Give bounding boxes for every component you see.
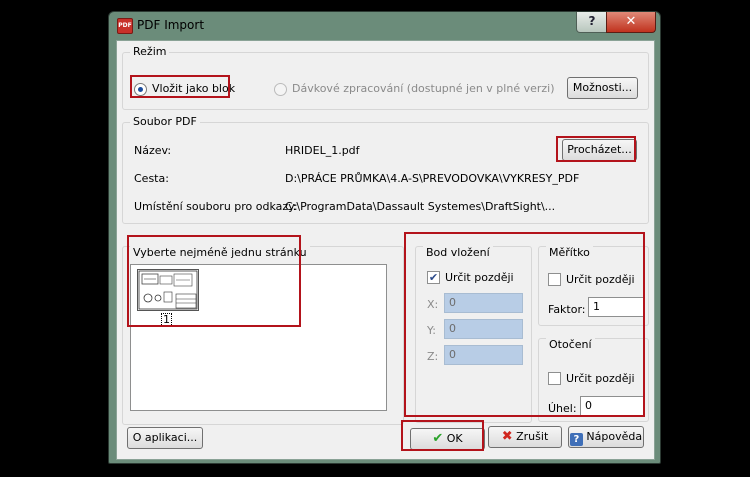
mode-group-label: Režim — [130, 45, 170, 58]
pdf-icon: PDF — [117, 18, 133, 34]
reference-location-value: C:\ProgramData\Dassault Systemes\DraftSi… — [285, 200, 556, 213]
help-button-label: Nápověda — [586, 430, 643, 443]
pdf-file-group-label: Soubor PDF — [130, 115, 200, 128]
reference-location-label: Umístění souboru pro odkazy: — [134, 200, 298, 213]
path-value: D:\PRÁCE PRŮMKA\4.A-S\PREVODOVKA\VYKRESY… — [285, 172, 580, 185]
highlight-insert-block — [130, 75, 230, 98]
cancel-button[interactable]: ✖ Zrušit — [488, 426, 562, 448]
close-button[interactable]: ✕ — [606, 12, 656, 33]
highlight-browse — [556, 136, 636, 162]
cross-icon: ✖ — [501, 429, 513, 444]
window-title: PDF Import — [137, 18, 205, 32]
highlight-insertion-options — [404, 232, 645, 417]
cancel-button-label: Zrušit — [516, 430, 549, 443]
help-title-button[interactable]: ? — [576, 12, 608, 33]
highlight-ok — [401, 420, 484, 451]
path-label: Cesta: — [134, 172, 169, 185]
highlight-page-thumbnail — [127, 235, 301, 327]
title-bar[interactable]: PDF PDF Import ? ✕ — [109, 12, 660, 40]
file-name-label: Název: — [134, 144, 172, 157]
options-button[interactable]: Možnosti... — [567, 77, 638, 99]
about-button[interactable]: O aplikaci... — [127, 427, 203, 449]
help-button[interactable]: ? Nápověda — [568, 426, 644, 448]
file-name-value: HRIDEL_1.pdf — [285, 144, 360, 157]
batch-processing-radio[interactable] — [274, 83, 287, 96]
help-icon: ? — [569, 433, 583, 446]
batch-processing-label: Dávkové zpracování (dostupné jen v plné … — [292, 82, 555, 95]
